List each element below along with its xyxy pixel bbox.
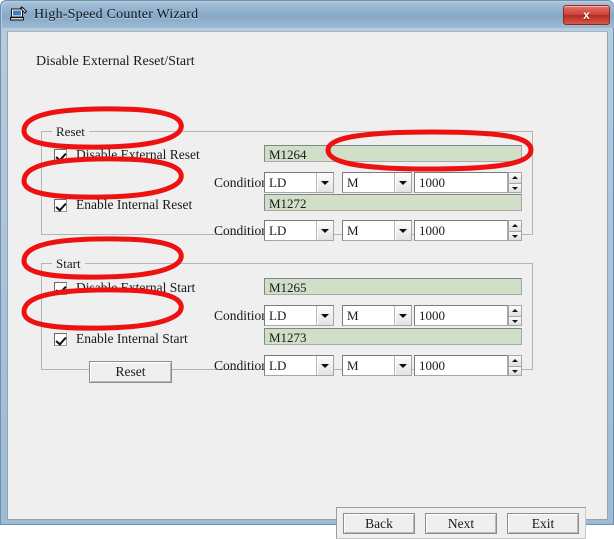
checkbox-icon[interactable]	[54, 198, 67, 212]
checkbox-label: Disable External Reset	[76, 147, 200, 162]
title-bar[interactable]: High-Speed Counter Wizard x	[2, 2, 614, 28]
device-number-input-reset-2[interactable]: 1000	[414, 220, 508, 241]
stepper-down-icon[interactable]	[508, 182, 522, 193]
checkbox-enable-internal-reset[interactable]: Enable Internal Reset	[54, 197, 192, 213]
checkbox-label: Enable Internal Start	[76, 331, 188, 346]
stepper-up-icon[interactable]	[508, 220, 522, 231]
condition-label: Condition	[214, 175, 269, 190]
window-title: High-Speed Counter Wizard	[34, 7, 199, 22]
device-field-m1273: M1273	[264, 328, 522, 345]
checkbox-label: Enable Internal Reset	[76, 197, 193, 212]
group-start-legend: Start	[52, 256, 85, 272]
chevron-down-icon[interactable]	[394, 173, 411, 192]
app-window: High-Speed Counter Wizard x Disable Exte…	[0, 0, 614, 539]
device-number-input-start-1[interactable]: 1000	[414, 305, 508, 326]
checkbox-icon[interactable]	[54, 148, 67, 162]
device-number-stepper-reset-2[interactable]	[508, 220, 522, 241]
condition-select-reset-2[interactable]: LD	[264, 220, 334, 241]
checkbox-disable-external-start[interactable]: Disable External Start	[54, 280, 195, 296]
back-button[interactable]: Back	[343, 513, 415, 534]
condition-select-value: LD	[269, 174, 287, 190]
checkbox-enable-internal-start[interactable]: Enable Internal Start	[54, 331, 188, 347]
device-type-select-start-2[interactable]: M	[342, 355, 412, 376]
condition-select-value: LD	[269, 357, 287, 373]
device-type-value: M	[347, 307, 359, 323]
device-number-stepper-reset-1[interactable]	[508, 172, 522, 193]
close-icon: x	[583, 8, 590, 22]
chevron-down-icon[interactable]	[316, 356, 333, 375]
chevron-down-icon[interactable]	[316, 221, 333, 240]
device-number-stepper-start-2[interactable]	[508, 355, 522, 376]
next-button[interactable]: Next	[425, 513, 497, 534]
group-reset: Reset Disable External Reset M1264 Condi…	[41, 124, 533, 241]
condition-label: Condition	[214, 358, 269, 373]
group-start: Start Disable External Start M1265 Condi…	[41, 256, 533, 376]
page-title: Disable External Reset/Start	[36, 54, 195, 69]
footer-button-panel: Back Next Exit	[336, 507, 586, 539]
condition-select-reset-1[interactable]: LD	[264, 172, 334, 193]
checkbox-label: Disable External Start	[76, 280, 196, 295]
chevron-down-icon[interactable]	[316, 306, 333, 325]
condition-label: Condition	[214, 308, 269, 323]
exit-button[interactable]: Exit	[507, 513, 579, 534]
stepper-up-icon[interactable]	[508, 305, 522, 316]
device-field-m1272: M1272	[264, 194, 522, 211]
device-field-m1264: M1264	[264, 145, 522, 162]
device-type-value: M	[347, 222, 359, 238]
chevron-down-icon[interactable]	[394, 356, 411, 375]
checkbox-icon[interactable]	[54, 281, 67, 295]
condition-select-value: LD	[269, 222, 287, 238]
chevron-down-icon[interactable]	[394, 306, 411, 325]
stepper-up-icon[interactable]	[508, 355, 522, 366]
condition-label: Condition	[214, 223, 269, 238]
condition-select-value: LD	[269, 307, 287, 323]
wizard-app-icon	[10, 6, 28, 24]
client-area: Disable External Reset/Start Reset Disab…	[7, 31, 608, 539]
device-number-input-reset-1[interactable]: 1000	[414, 172, 508, 193]
device-number-stepper-start-1[interactable]	[508, 305, 522, 326]
device-number-input-start-2[interactable]: 1000	[414, 355, 508, 376]
device-type-value: M	[347, 174, 359, 190]
stepper-down-icon[interactable]	[508, 315, 522, 326]
device-type-value: M	[347, 357, 359, 373]
condition-select-start-1[interactable]: LD	[264, 305, 334, 326]
group-reset-legend: Reset	[52, 124, 89, 140]
chevron-down-icon[interactable]	[316, 173, 333, 192]
stepper-down-icon[interactable]	[508, 230, 522, 241]
device-type-select-start-1[interactable]: M	[342, 305, 412, 326]
close-button[interactable]: x	[563, 5, 610, 25]
stepper-down-icon[interactable]	[508, 365, 522, 376]
checkbox-disable-external-reset[interactable]: Disable External Reset	[54, 147, 200, 163]
device-field-m1265: M1265	[264, 278, 522, 295]
device-type-select-reset-1[interactable]: M	[342, 172, 412, 193]
checkbox-icon[interactable]	[54, 332, 67, 346]
device-type-select-reset-2[interactable]: M	[342, 220, 412, 241]
chevron-down-icon[interactable]	[394, 221, 411, 240]
condition-select-start-2[interactable]: LD	[264, 355, 334, 376]
reset-button[interactable]: Reset	[89, 361, 172, 383]
stepper-up-icon[interactable]	[508, 172, 522, 183]
